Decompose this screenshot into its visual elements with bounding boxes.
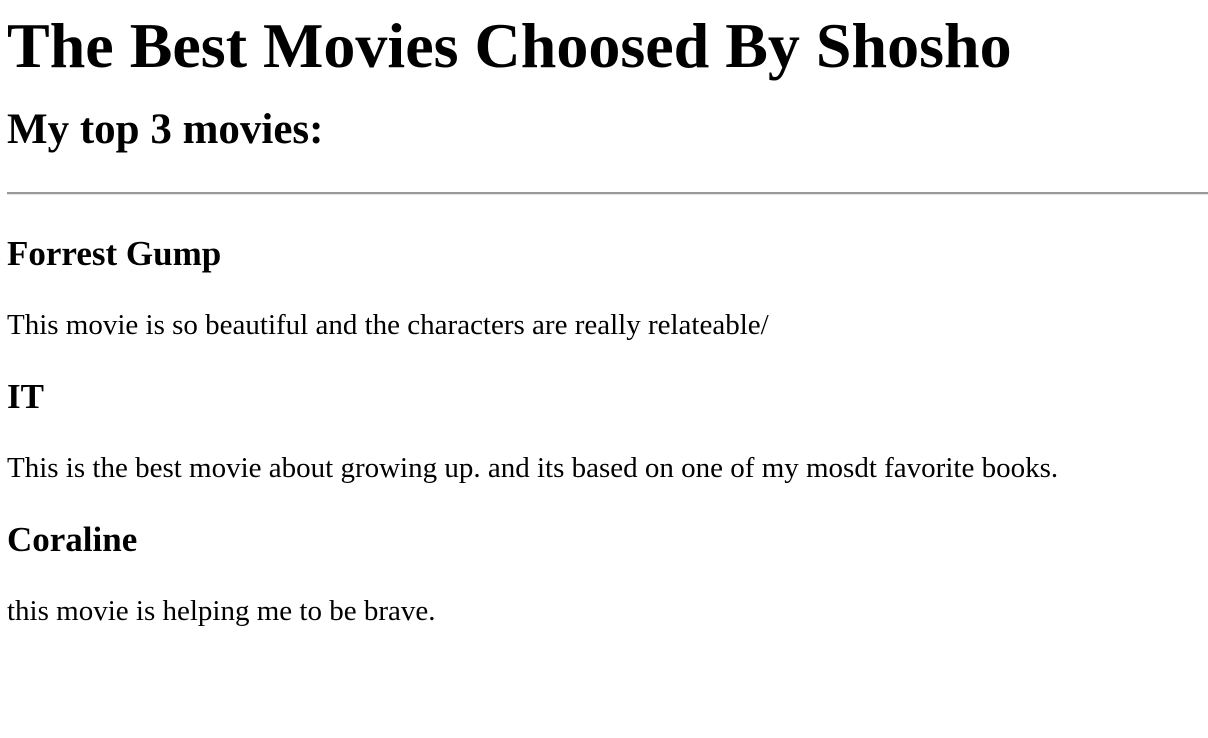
- movie-title: IT: [7, 377, 44, 417]
- movie-title: Forrest Gump: [7, 234, 222, 274]
- movie-title: Coraline: [7, 520, 138, 560]
- divider: [7, 192, 1208, 196]
- movie-description: This movie is so beautiful and the chara…: [7, 309, 769, 342]
- page-content: The Best Movies Choosed By Shosho My top…: [0, 0, 1208, 629]
- page-title: The Best Movies Choosed By Shosho: [7, 10, 1012, 81]
- movie-description: This is the best movie about growing up.…: [7, 452, 1059, 485]
- movie-entry-it: IT This is the best movie about growing …: [7, 376, 1201, 486]
- page-subtitle: My top 3 movies:: [7, 106, 324, 154]
- movie-entry-coraline: Coraline this movie is helping me to be …: [7, 519, 1201, 629]
- movie-entry-forrest-gump: Forrest Gump This movie is so beautiful …: [7, 233, 1201, 343]
- movie-description: this movie is helping me to be brave.: [7, 595, 436, 628]
